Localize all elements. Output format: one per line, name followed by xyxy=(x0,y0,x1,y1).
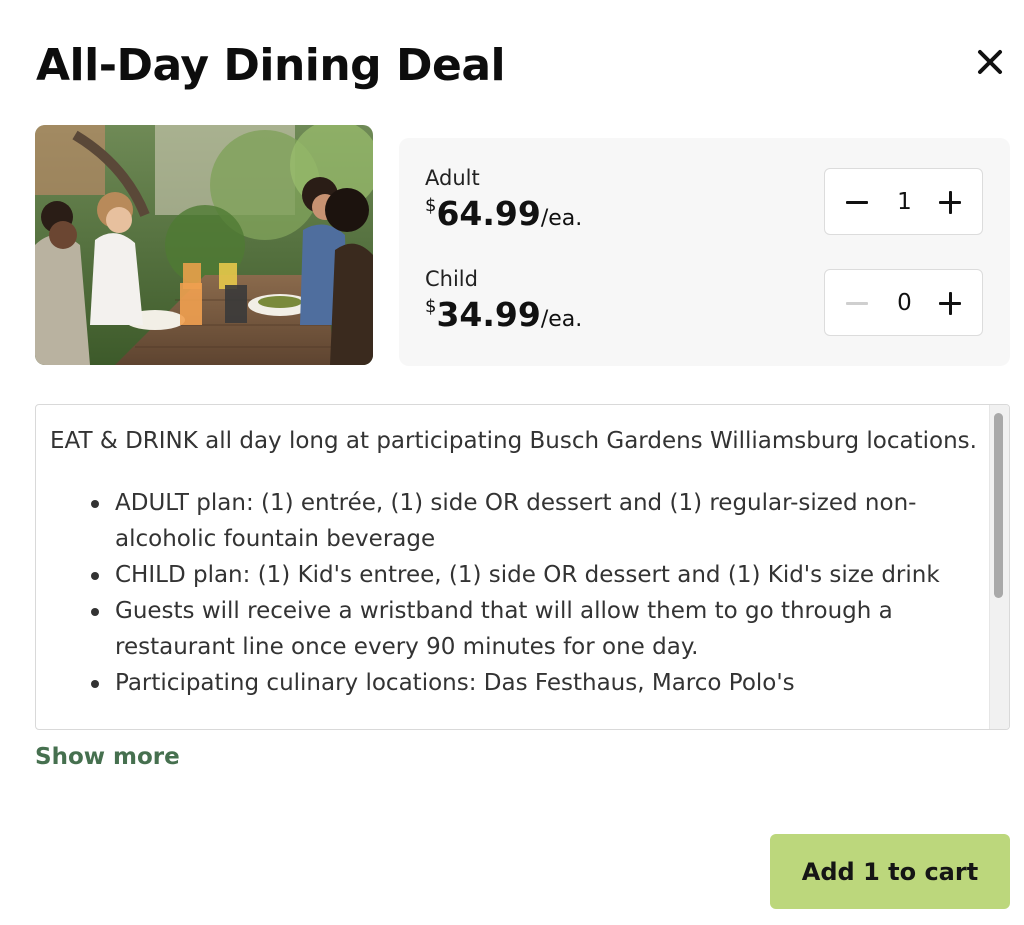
child-label: Child xyxy=(425,267,478,291)
list-item: ADULT plan: (1) entrée, (1) side OR dess… xyxy=(50,485,990,557)
add-to-cart-button[interactable]: Add 1 to cart xyxy=(770,834,1010,909)
ticket-pricing-panel: Adult $64.99/ea. 1 Child $34.99/ea. 0 xyxy=(399,138,1010,366)
adult-ticket: Adult $64.99/ea. xyxy=(425,166,582,233)
close-button[interactable] xyxy=(972,44,1008,80)
adult-quantity-stepper: 1 xyxy=(824,168,983,235)
child-price-amount: 34.99 xyxy=(436,295,541,334)
adult-price-amount: 64.99 xyxy=(436,194,541,233)
description-text: EAT & DRINK all day long at participatin… xyxy=(50,423,990,701)
child-increase-button[interactable] xyxy=(924,270,976,337)
list-item: Participating culinary locations: Das Fe… xyxy=(50,665,990,701)
child-currency: $ xyxy=(425,296,437,317)
close-icon xyxy=(978,50,1002,74)
description-scrollbar-track[interactable] xyxy=(989,405,1009,729)
child-quantity-stepper: 0 xyxy=(824,269,983,336)
deal-photo xyxy=(35,125,373,365)
adult-price: $64.99/ea. xyxy=(425,194,582,233)
description-intro: EAT & DRINK all day long at participatin… xyxy=(50,428,977,454)
modal-title: All-Day Dining Deal xyxy=(36,40,506,91)
adult-quantity: 1 xyxy=(897,189,912,215)
child-decrease-button[interactable] xyxy=(831,270,883,337)
show-more-link[interactable]: Show more xyxy=(35,744,180,770)
list-item: CHILD plan: (1) Kid's entree, (1) side O… xyxy=(50,557,990,593)
description-list: ADULT plan: (1) entrée, (1) side OR dess… xyxy=(50,485,990,701)
child-price: $34.99/ea. xyxy=(425,295,582,334)
adult-price-unit: /ea. xyxy=(540,206,583,231)
description-scrollbar-thumb[interactable] xyxy=(994,413,1003,598)
deal-description[interactable]: EAT & DRINK all day long at participatin… xyxy=(35,404,1010,730)
adult-increase-button[interactable] xyxy=(924,169,976,236)
adult-label: Adult xyxy=(425,166,480,190)
adult-decrease-button[interactable] xyxy=(831,169,883,236)
child-quantity: 0 xyxy=(897,290,912,316)
adult-currency: $ xyxy=(425,195,437,216)
child-price-unit: /ea. xyxy=(540,307,583,332)
child-ticket: Child $34.99/ea. xyxy=(425,267,582,334)
list-item: Guests will receive a wristband that wil… xyxy=(50,593,990,665)
